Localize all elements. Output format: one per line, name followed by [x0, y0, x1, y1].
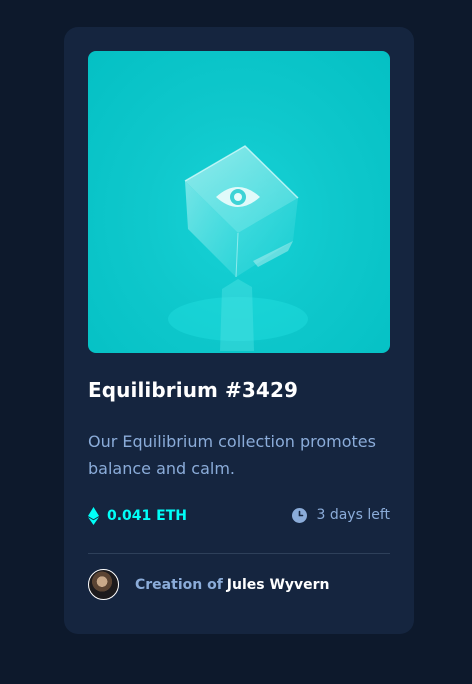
price-info: 0.041 ETH: [88, 507, 187, 525]
nft-card: Equilibrium #3429 Our Equilibrium collec…: [64, 27, 414, 634]
nft-title[interactable]: Equilibrium #3429: [88, 378, 298, 402]
time-left-value: 3 days left: [316, 507, 390, 523]
creator-name-link[interactable]: Jules Wyvern: [227, 577, 330, 593]
time-left-info: 3 days left: [292, 507, 390, 523]
creator-info: Creation of Jules Wyvern: [88, 569, 330, 600]
avatar: [88, 569, 119, 600]
creator-prefix: Creation of: [135, 576, 223, 593]
nft-image-artwork: [168, 145, 308, 351]
nft-description: Our Equilibrium collection promotes bala…: [88, 432, 376, 478]
clock-icon: [292, 507, 308, 523]
ethereum-icon: [88, 507, 99, 525]
nft-image[interactable]: [88, 51, 390, 353]
price-value: 0.041 ETH: [107, 508, 187, 524]
divider: [88, 553, 390, 554]
